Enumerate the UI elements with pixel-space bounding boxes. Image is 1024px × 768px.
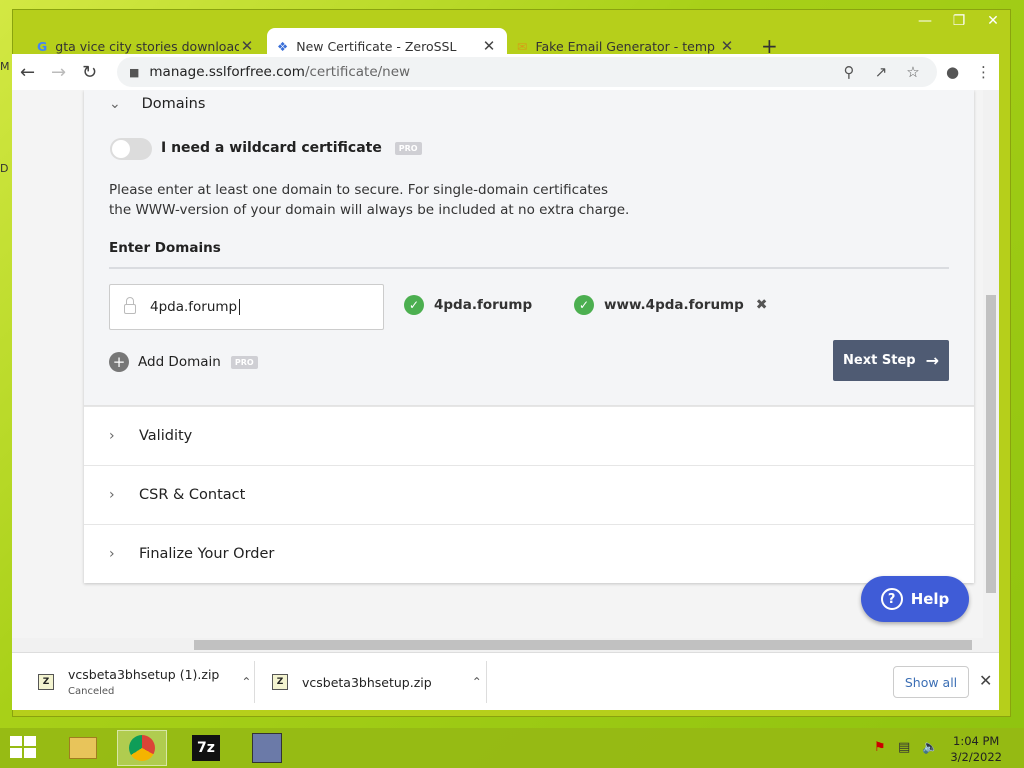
mail-icon: ✉ (517, 38, 528, 54)
key-icon[interactable]: ⚲ (833, 63, 865, 81)
chrome-icon[interactable] (117, 730, 167, 766)
volume-icon[interactable]: 🔈 (922, 740, 938, 755)
pro-badge: PRO (230, 355, 258, 369)
download-item[interactable]: Z vcsbeta3bhsetup.zip ⌃ (272, 653, 482, 711)
close-icon[interactable]: ✕ (979, 671, 992, 690)
zip-file-icon: Z (38, 674, 54, 690)
chevron-right-icon: › (109, 428, 115, 444)
help-button[interactable]: ? Help (861, 576, 969, 622)
taskbar: 7z ⚑ ▤ 🔈 1:04 PM 3/2/2022 (0, 728, 1024, 768)
show-all-button[interactable]: Show all (893, 666, 969, 698)
flag-icon[interactable]: ⚑ (874, 740, 886, 755)
download-name: vcsbeta3bhsetup (1).zip (68, 667, 220, 682)
tab-title: Fake Email Generator - temp mail (535, 38, 719, 54)
game-icon[interactable] (242, 730, 292, 766)
add-domain-button[interactable]: + Add Domain PRO (109, 352, 258, 372)
network-icon[interactable]: ▤ (898, 740, 910, 755)
remove-domain-icon[interactable]: ✖ (756, 297, 768, 313)
chevron-right-icon: › (109, 546, 115, 562)
desktop-icon-label[interactable]: D (0, 162, 8, 175)
next-step-button[interactable]: Next Step → (833, 340, 949, 381)
forward-icon[interactable]: → (43, 62, 74, 83)
tab-title: New Certificate - ZeroSSL (296, 38, 457, 54)
section-title: CSR & Contact (139, 487, 246, 503)
tab-close-icon[interactable]: ✕ (481, 37, 497, 55)
domain-item: ✓ 4pda.forump (404, 295, 532, 315)
share-icon[interactable]: ↗ (865, 63, 897, 81)
certificate-wizard: ⌄ Domains I need a wildcard certificate … (84, 90, 974, 583)
lock-icon: ■ (129, 65, 140, 79)
domains-section: ⌄ Domains I need a wildcard certificate … (84, 90, 974, 406)
profile-icon[interactable]: ● (937, 63, 968, 81)
pro-badge: PRO (394, 141, 422, 155)
browser-toolbar: ← → ↻ ■ manage.sslforfree.com/certificat… (12, 54, 999, 90)
divider (486, 661, 487, 703)
download-status: Canceled (68, 686, 115, 697)
7zip-icon[interactable]: 7z (181, 730, 231, 766)
info-line: the WWW-version of your domain will alwa… (109, 202, 630, 218)
page-viewport: ⌄ Domains I need a wildcard certificate … (12, 90, 999, 638)
divider (254, 661, 255, 703)
downloads-bar: Z vcsbeta3bhsetup (1).zip Canceled ⌃ Z v… (12, 652, 999, 710)
url-path: /certificate/new (304, 64, 411, 80)
chevron-up-icon[interactable]: ⌃ (472, 675, 482, 689)
domain-item: ✓ www.4pda.forump ✖ (574, 295, 768, 315)
text-caret (239, 299, 241, 315)
menu-icon[interactable]: ⋮ (968, 63, 999, 81)
puzzle-icon: ❖ (277, 38, 289, 54)
horizontal-scrollbar[interactable] (12, 638, 999, 652)
enter-domains-label: Enter Domains (109, 240, 221, 256)
zip-file-icon: Z (272, 674, 288, 690)
domains-header[interactable]: ⌄ Domains (109, 96, 205, 112)
star-icon[interactable]: ☆ (897, 63, 929, 81)
download-name: vcsbeta3bhsetup.zip (302, 674, 432, 690)
windows-start-icon[interactable] (10, 736, 38, 760)
system-clock[interactable]: 1:04 PM 3/2/2022 (950, 733, 1002, 765)
address-bar[interactable]: ■ manage.sslforfree.com/certificate/new … (117, 57, 937, 87)
help-label: Help (910, 590, 950, 608)
desktop-icon-label[interactable]: M (0, 60, 10, 73)
scrollbar-thumb[interactable] (986, 295, 996, 593)
add-domain-label: Add Domain (138, 354, 221, 370)
section-finalize-order[interactable]: › Finalize Your Order (84, 524, 974, 583)
tab-title: gta vice city stories download for (55, 38, 239, 54)
domain-name: www.4pda.forump (604, 297, 744, 313)
lock-icon (124, 297, 136, 314)
section-csr-contact[interactable]: › CSR & Contact (84, 465, 974, 524)
domains-title: Domains (141, 96, 206, 112)
file-explorer-icon[interactable] (58, 730, 108, 766)
url-host: manage.sslforfree.com (149, 64, 305, 80)
scrollbar-thumb[interactable] (194, 640, 972, 650)
wildcard-label: I need a wildcard certificate (161, 140, 382, 156)
wildcard-toggle[interactable] (110, 138, 152, 160)
chevron-down-icon: ⌄ (109, 96, 121, 112)
section-validity[interactable]: › Validity (84, 406, 974, 465)
clock-time: 1:04 PM (953, 734, 1000, 748)
domain-input-value: 4pda.forump (150, 299, 238, 315)
arrow-right-icon: → (925, 351, 939, 370)
next-step-label: Next Step (843, 353, 916, 368)
domains-info: Please enter at least one domain to secu… (109, 180, 709, 220)
divider (109, 267, 949, 269)
section-title: Validity (139, 428, 193, 444)
info-line: Please enter at least one domain to secu… (109, 182, 608, 198)
vertical-scrollbar[interactable] (983, 90, 999, 638)
check-icon: ✓ (404, 295, 424, 315)
tab-close-icon[interactable]: ✕ (239, 37, 255, 55)
tab-close-icon[interactable]: ✕ (719, 37, 735, 55)
clock-date: 3/2/2022 (950, 750, 1002, 764)
section-title: Finalize Your Order (139, 546, 275, 562)
google-icon: G (37, 38, 48, 54)
wildcard-label-row: I need a wildcard certificate PRO (161, 140, 422, 156)
back-icon[interactable]: ← (12, 62, 43, 83)
check-icon: ✓ (574, 295, 594, 315)
download-item[interactable]: Z vcsbeta3bhsetup (1).zip Canceled ⌃ (38, 653, 251, 711)
domain-input[interactable]: 4pda.forump (109, 284, 384, 330)
chevron-right-icon: › (109, 487, 115, 503)
question-icon: ? (880, 588, 903, 610)
plus-icon: + (109, 352, 129, 372)
domain-name: 4pda.forump (434, 297, 533, 313)
chevron-up-icon[interactable]: ⌃ (241, 675, 251, 689)
reload-icon[interactable]: ↻ (74, 62, 105, 83)
